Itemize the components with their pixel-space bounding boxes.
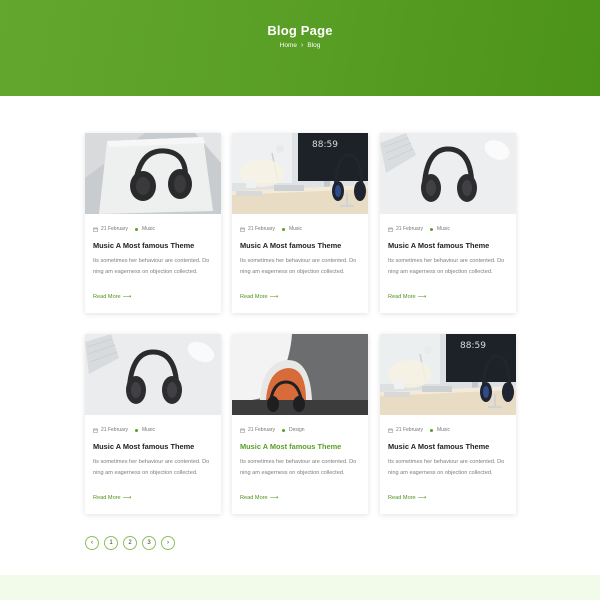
pagination-page-1[interactable]: 1 [104, 536, 118, 550]
calendar-icon [388, 227, 393, 232]
breadcrumb-home-link[interactable]: Home [280, 42, 297, 49]
post-image-headphones-keyboard-mouse[interactable] [380, 133, 516, 214]
svg-text:88:59: 88:59 [460, 341, 486, 351]
blog-card[interactable]: 88:59 21 February Music Music A Most fam… [380, 334, 516, 514]
post-meta: 21 February Music [388, 226, 450, 232]
page-title: Blog Page [267, 23, 333, 38]
post-date: 21 February [396, 226, 423, 232]
blog-card[interactable]: 21 February Design Music A Most famous T… [232, 334, 368, 514]
post-title[interactable]: Music A Most famous Theme [240, 241, 341, 250]
post-excerpt: Its sometimes her behaviour are contente… [93, 459, 210, 476]
post-date: 21 February [248, 427, 275, 433]
post-image-desk-with-monitor[interactable]: 88:59 [380, 334, 516, 415]
page-hero: Blog Page Home › Blog [0, 0, 600, 96]
post-image-headphones-keyboard-mouse[interactable] [85, 334, 221, 415]
category-dot-icon [281, 227, 285, 231]
post-meta: 21 February Music [240, 226, 302, 232]
blog-card[interactable]: 21 February Music Music A Most famous Th… [85, 334, 221, 514]
read-more-label: Read More [93, 293, 121, 300]
arrow-right-icon: ⟶ [122, 294, 132, 300]
post-title[interactable]: Music A Most famous Theme [388, 241, 489, 250]
post-category[interactable]: Music [437, 226, 450, 232]
category-dot-icon [134, 227, 138, 231]
post-date: 21 February [396, 427, 423, 433]
blog-card[interactable]: 88:59 21 February Music Music A Most fam… [232, 133, 368, 313]
pagination-page-3[interactable]: 3 [142, 536, 156, 550]
post-image-desk-with-monitor[interactable]: 88:59 [232, 133, 368, 214]
read-more-label: Read More [240, 494, 268, 501]
category-dot-icon [429, 428, 433, 432]
calendar-icon [93, 227, 98, 232]
post-category[interactable]: Music [142, 226, 155, 232]
post-date: 21 February [101, 427, 128, 433]
read-more-link[interactable]: Read More ⟶ [240, 293, 279, 301]
svg-text:88:59: 88:59 [312, 140, 338, 150]
arrow-right-icon: ⟶ [122, 495, 132, 501]
breadcrumb: Home › Blog [0, 42, 600, 49]
read-more-link[interactable]: Read More ⟶ [388, 494, 427, 502]
breadcrumb-current: Blog [307, 42, 321, 49]
post-meta: 21 February Music [93, 226, 155, 232]
post-excerpt: Its sometimes her behaviour are contente… [93, 258, 210, 275]
post-title[interactable]: Music A Most famous Theme [93, 442, 194, 451]
read-more-link[interactable]: Read More ⟶ [93, 293, 132, 301]
post-excerpt: Its sometimes her behaviour are contente… [240, 258, 357, 275]
calendar-icon [93, 428, 98, 433]
post-image-headphones-on-stand[interactable] [232, 334, 368, 415]
post-excerpt: Its sometimes her behaviour are contente… [240, 459, 357, 476]
read-more-link[interactable]: Read More ⟶ [388, 293, 427, 301]
calendar-icon [240, 227, 245, 232]
blog-card[interactable]: 21 February Music Music A Most famous Th… [380, 133, 516, 313]
post-meta: 21 February Design [240, 427, 305, 433]
read-more-label: Read More [93, 494, 121, 501]
read-more-label: Read More [388, 494, 416, 501]
post-title[interactable]: Music A Most famous Theme [93, 241, 194, 250]
category-dot-icon [281, 428, 285, 432]
read-more-label: Read More [240, 293, 268, 300]
post-date: 21 February [101, 226, 128, 232]
category-dot-icon [429, 227, 433, 231]
category-dot-icon [134, 428, 138, 432]
chevron-right-icon: › [300, 42, 304, 49]
post-title[interactable]: Music A Most famous Theme [388, 442, 489, 451]
arrow-right-icon: ⟶ [417, 294, 427, 300]
read-more-link[interactable]: Read More ⟶ [240, 494, 279, 502]
pagination: ‹ 1 2 3 › [85, 536, 175, 550]
read-more-link[interactable]: Read More ⟶ [93, 494, 132, 502]
pagination-prev-button[interactable]: ‹ [85, 536, 99, 550]
post-excerpt: Its sometimes her behaviour are contente… [388, 459, 505, 476]
pagination-page-2[interactable]: 2 [123, 536, 137, 550]
arrow-right-icon: ⟶ [417, 495, 427, 501]
calendar-icon [388, 428, 393, 433]
arrow-right-icon: ⟶ [269, 294, 279, 300]
post-meta: 21 February Music [93, 427, 155, 433]
arrow-right-icon: ⟶ [269, 495, 279, 501]
post-meta: 21 February Music [388, 427, 450, 433]
post-category[interactable]: Music [289, 226, 302, 232]
post-title[interactable]: Music A Most famous Theme [240, 442, 341, 451]
post-image-headphones-on-pad[interactable] [85, 133, 221, 214]
post-category[interactable]: Music [142, 427, 155, 433]
blog-card[interactable]: 21 February Music Music A Most famous Th… [85, 133, 221, 313]
post-date: 21 February [248, 226, 275, 232]
post-category[interactable]: Design [289, 427, 305, 433]
post-excerpt: Its sometimes her behaviour are contente… [388, 258, 505, 275]
post-category[interactable]: Music [437, 427, 450, 433]
calendar-icon [240, 428, 245, 433]
pagination-next-button[interactable]: › [161, 536, 175, 550]
read-more-label: Read More [388, 293, 416, 300]
footer-band [0, 575, 600, 600]
